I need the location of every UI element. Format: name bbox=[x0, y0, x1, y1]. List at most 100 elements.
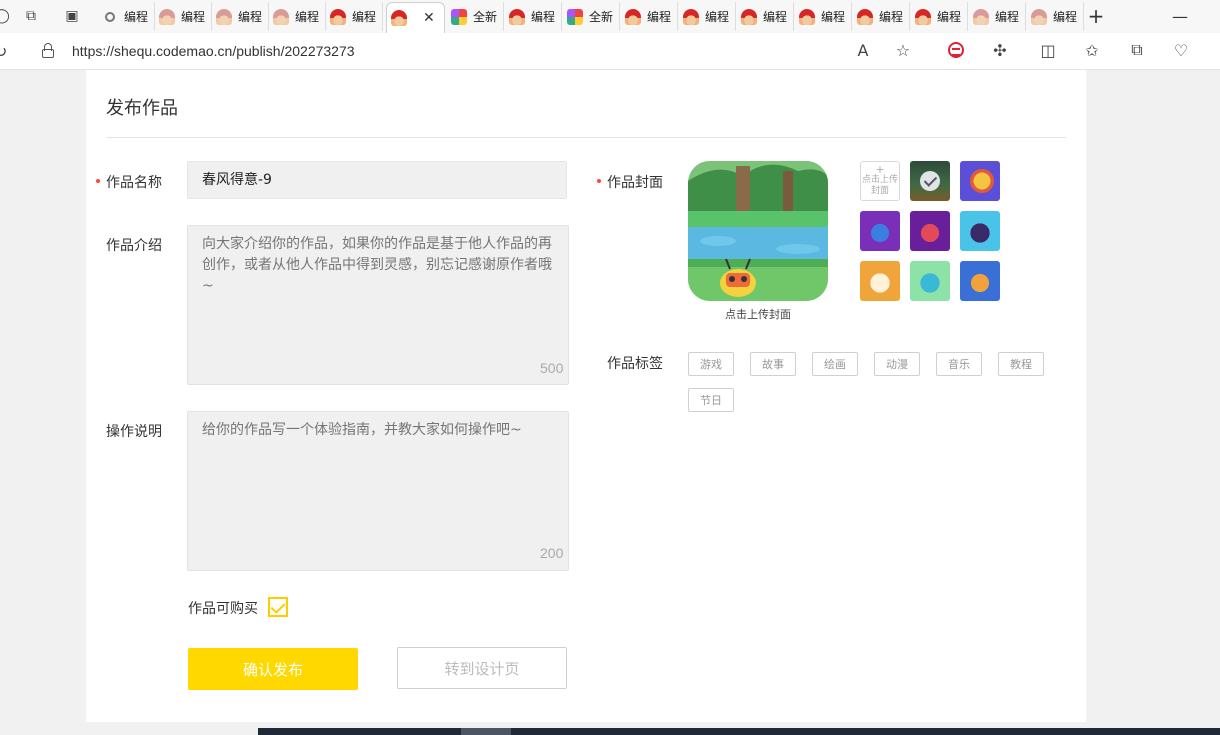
favorites-list-icon[interactable]: ✩ bbox=[1081, 39, 1103, 61]
cover-option[interactable] bbox=[860, 211, 900, 251]
tag-festival[interactable]: 节日 bbox=[688, 388, 734, 412]
collections-icon[interactable]: ⧉ bbox=[1126, 39, 1148, 61]
address-bar: https://shequ.codemao.cn/publish/2022732… bbox=[0, 33, 1220, 70]
tag-story[interactable]: 故事 bbox=[750, 352, 796, 376]
browser-tab[interactable]: 编程 bbox=[737, 2, 794, 31]
plus-icon: + bbox=[875, 163, 885, 176]
cover-option[interactable] bbox=[910, 211, 950, 251]
cover-option[interactable] bbox=[960, 261, 1000, 301]
codemao-pale-icon bbox=[973, 8, 989, 25]
guide-label: 操作说明 bbox=[106, 424, 162, 440]
tag-drawing[interactable]: 绘画 bbox=[812, 352, 858, 376]
browser-tab-active[interactable]: ✕ bbox=[386, 2, 445, 33]
tab-label: 编程 bbox=[181, 10, 206, 24]
codemao-icon bbox=[915, 8, 931, 25]
browser-tab[interactable]: 编程 bbox=[795, 2, 852, 31]
browser-essentials-icon[interactable]: ♡ bbox=[1170, 39, 1192, 61]
tab-label: 全新 bbox=[473, 10, 498, 24]
codemao-icon bbox=[509, 8, 525, 25]
browser-tab[interactable]: 编程 bbox=[853, 2, 910, 31]
intro-counter: 500 bbox=[540, 360, 564, 376]
browser-tab[interactable]: 编程 bbox=[326, 2, 383, 31]
cover-label: 作品封面 bbox=[607, 175, 663, 191]
tab-label: 编程 bbox=[1053, 10, 1078, 24]
upload-thumb-label: 点击上传封面 bbox=[861, 175, 898, 196]
browser-tab[interactable]: 全新 bbox=[447, 2, 504, 31]
browser-tab[interactable]: 编程 bbox=[1027, 2, 1084, 31]
new-icon bbox=[451, 8, 467, 25]
browser-tab[interactable]: 编程 bbox=[679, 2, 736, 31]
profile-icon[interactable]: ◯ bbox=[0, 5, 14, 27]
url-field[interactable]: https://shequ.codemao.cn/publish/2022732… bbox=[24, 36, 928, 66]
collections-icon[interactable]: ⧉ bbox=[19, 5, 43, 27]
minimize-icon[interactable]: — bbox=[1168, 4, 1192, 28]
tab-actions-icon[interactable]: ▣ bbox=[60, 5, 84, 27]
tab-label: 全新 bbox=[589, 10, 614, 24]
name-label: 作品名称 bbox=[106, 175, 162, 191]
upload-cover-thumb[interactable]: + 点击上传封面 bbox=[860, 161, 900, 201]
tab-label: 编程 bbox=[531, 10, 556, 24]
guide-textarea[interactable] bbox=[187, 411, 569, 571]
browser-tab[interactable]: 编程 bbox=[621, 2, 678, 31]
cover-option[interactable] bbox=[860, 261, 900, 301]
tab-label: 编程 bbox=[995, 10, 1020, 24]
browser-tab[interactable]: 编程 bbox=[505, 2, 562, 31]
taskbar bbox=[258, 728, 1220, 735]
codemao-icon bbox=[857, 8, 873, 25]
codemao-pale-icon bbox=[216, 8, 232, 25]
go-to-design-button[interactable]: 转到设计页 bbox=[397, 647, 567, 689]
required-dot bbox=[96, 179, 100, 183]
tab-label: 编程 bbox=[763, 10, 788, 24]
guide-counter: 200 bbox=[540, 545, 564, 561]
search-icon bbox=[105, 11, 115, 22]
new-tab-button[interactable]: + bbox=[1084, 4, 1108, 28]
browser-tab[interactable]: 编程 bbox=[969, 2, 1026, 31]
publish-card: 发布作品 作品名称 春风得意-9 作品介绍 500 操作说明 200 作品可购买… bbox=[86, 70, 1086, 722]
browser-tab[interactable]: 编程 bbox=[269, 2, 326, 31]
codemao-pale-icon bbox=[159, 8, 175, 25]
browser-tab[interactable]: 全新 bbox=[563, 2, 620, 31]
reload-icon[interactable]: ↻ bbox=[0, 42, 7, 61]
cover-illustration bbox=[688, 161, 828, 301]
tab-label: 编程 bbox=[124, 10, 149, 24]
required-dot bbox=[597, 179, 601, 183]
cover-option[interactable] bbox=[960, 211, 1000, 251]
tab-label: 编程 bbox=[295, 10, 320, 24]
codemao-pale-icon bbox=[273, 8, 289, 25]
close-tab-icon[interactable]: ✕ bbox=[423, 10, 435, 26]
codemao-icon bbox=[683, 8, 699, 25]
codemao-icon bbox=[799, 8, 815, 25]
extension-red-icon[interactable] bbox=[945, 39, 967, 61]
cover-option[interactable] bbox=[910, 261, 950, 301]
codemao-icon bbox=[330, 8, 346, 25]
favorite-star-icon[interactable]: ☆ bbox=[892, 39, 914, 61]
browser-tab[interactable]: 编程 bbox=[98, 2, 155, 31]
tag-tutorial[interactable]: 教程 bbox=[998, 352, 1044, 376]
tab-label: 编程 bbox=[937, 10, 962, 24]
lock-icon[interactable] bbox=[42, 43, 54, 58]
name-input[interactable]: 春风得意-9 bbox=[187, 161, 567, 199]
extensions-icon[interactable]: ✣ bbox=[989, 39, 1011, 61]
cover-image[interactable] bbox=[688, 161, 828, 301]
intro-textarea[interactable] bbox=[187, 225, 569, 385]
read-aloud-icon[interactable]: A bbox=[852, 39, 874, 61]
tab-label: 编程 bbox=[238, 10, 263, 24]
browser-tab[interactable]: 编程 bbox=[155, 2, 212, 31]
codemao-icon bbox=[391, 10, 407, 26]
cover-option-selected[interactable] bbox=[910, 161, 950, 201]
upload-cover-caption[interactable]: 点击上传封面 bbox=[688, 306, 828, 322]
url-text[interactable]: https://shequ.codemao.cn/publish/2022732… bbox=[72, 43, 355, 59]
tag-music[interactable]: 音乐 bbox=[936, 352, 982, 376]
taskbar-item[interactable] bbox=[461, 728, 511, 735]
split-screen-icon[interactable]: ◫ bbox=[1037, 39, 1059, 61]
title-divider bbox=[106, 137, 1066, 138]
browser-tab[interactable]: 编程 bbox=[212, 2, 269, 31]
confirm-publish-button[interactable]: 确认发布 bbox=[188, 648, 358, 690]
browser-tab[interactable]: 编程 bbox=[911, 2, 968, 31]
tag-game[interactable]: 游戏 bbox=[688, 352, 734, 376]
purchasable-checkbox[interactable] bbox=[268, 597, 288, 617]
tags-label: 作品标签 bbox=[607, 356, 663, 372]
browser-tab-bar: ◯ ⧉ ▣ 编程 编程 编程 编程 编程 ✕ 全新 编程 全新 编程 编程 编程… bbox=[0, 0, 1220, 33]
tag-anime[interactable]: 动漫 bbox=[874, 352, 920, 376]
cover-option[interactable] bbox=[960, 161, 1000, 201]
